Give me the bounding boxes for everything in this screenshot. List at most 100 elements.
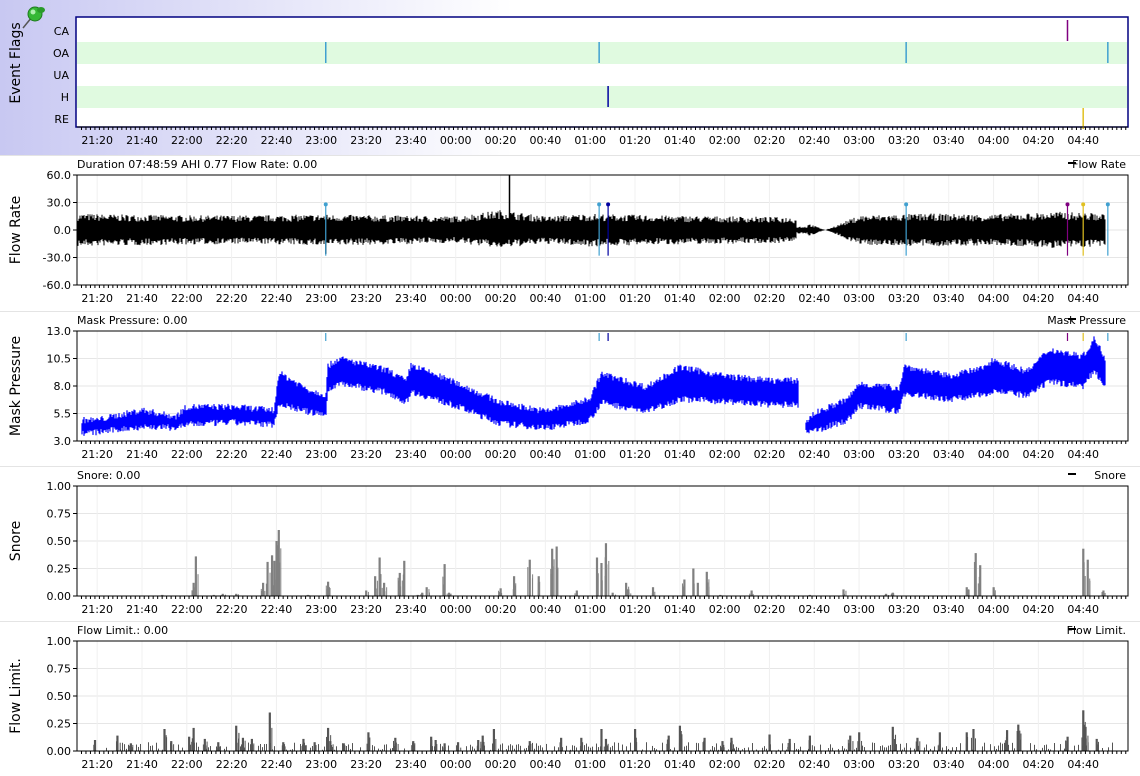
snore-bar	[528, 559, 531, 596]
flow-limit-bar	[252, 744, 254, 751]
flow-limit-bar	[994, 746, 995, 751]
x-tick-label: 22:00	[171, 134, 203, 147]
flow-limit-bar	[189, 744, 191, 751]
flow-limit-bar	[720, 747, 722, 751]
flow-limit-bar	[814, 746, 815, 751]
flow-limit-bar	[764, 746, 765, 751]
snore-bar	[262, 591, 264, 596]
x-tick-label: 03:00	[843, 134, 875, 147]
flow-limit-bar	[576, 747, 577, 751]
flow-limit-bar	[122, 742, 123, 751]
x-tick-label: 01:00	[574, 134, 606, 147]
flow-limit-bar	[1019, 739, 1021, 751]
flow-limit-bar	[217, 746, 219, 751]
flow-limit-bar	[946, 746, 947, 751]
flow-limit-bar	[862, 745, 863, 751]
x-tick-label: 23:00	[305, 603, 337, 616]
x-tick-label: 00:00	[440, 448, 472, 461]
snore-bar	[537, 589, 539, 596]
flow-limit-bar	[442, 747, 444, 751]
x-tick-label: 23:40	[395, 603, 427, 616]
snore-bar	[379, 566, 381, 596]
snore-bar	[325, 585, 327, 596]
snore-bar	[697, 586, 699, 596]
flag-row-label: UA	[53, 69, 69, 82]
snore-bar	[380, 574, 382, 596]
x-tick-label: 21:20	[81, 134, 113, 147]
y-tick-label: 5.5	[54, 408, 72, 421]
flow-limit-bar	[500, 744, 501, 751]
x-tick-label: 03:40	[933, 134, 965, 147]
x-tick-label: 03:20	[888, 292, 920, 305]
x-tick-label: 03:00	[843, 292, 875, 305]
flow-limit-bar	[882, 745, 883, 751]
flow-limit-bar	[686, 745, 687, 751]
flow-limit-bar	[238, 732, 240, 751]
flow-limit-bar	[561, 746, 563, 751]
snore-bar	[557, 567, 559, 596]
flow-limit-bar	[117, 743, 119, 751]
snore-bar	[277, 545, 279, 596]
x-tick-label: 04:40	[1067, 603, 1099, 616]
flow-limit-bar	[326, 742, 328, 751]
x-tick-label: 23:00	[305, 448, 337, 461]
x-tick-label: 03:20	[888, 603, 920, 616]
flow-limit-bar	[1074, 745, 1075, 751]
flow-limit-bar	[203, 738, 206, 751]
flow-limit-bar	[1054, 743, 1055, 751]
x-tick-label: 23:00	[305, 758, 337, 771]
x-tick-label: 03:40	[933, 758, 965, 771]
flow-limit-bar	[890, 744, 891, 751]
flow-limit-bar	[990, 744, 991, 751]
flow-limit-bar	[572, 745, 573, 751]
snore-bar	[365, 592, 367, 596]
y-tick-label: 1.00	[47, 480, 72, 493]
snore-bar	[329, 587, 331, 596]
x-tick-label: 22:00	[171, 603, 203, 616]
flow-limit-bar	[849, 746, 851, 751]
flow-limit-bar	[588, 746, 589, 751]
flow-limit-bar	[730, 744, 732, 751]
y-tick-label: 0.00	[47, 745, 72, 758]
flow-limit-bar	[861, 740, 863, 751]
snore-bar	[552, 566, 554, 596]
flow-limit-bar	[598, 747, 599, 751]
x-tick-label: 04:00	[978, 134, 1010, 147]
x-tick-label: 22:00	[171, 292, 203, 305]
x-tick-label: 01:20	[619, 603, 651, 616]
panel-svg: Duration 07:48:59 AHI 0.77 Flow Rate: 0.…	[0, 155, 1140, 305]
flow-limit-bar	[202, 744, 204, 751]
flag-row-label: H	[61, 91, 69, 104]
flow-limit-bar	[1000, 742, 1001, 751]
flow-limit-bar	[904, 747, 905, 751]
pushpin-icon[interactable]	[18, 2, 48, 36]
flow-limit-bar	[1044, 745, 1045, 751]
snore-bar	[979, 582, 981, 596]
flow-limit-bar	[481, 744, 483, 751]
x-tick-label: 02:20	[754, 292, 786, 305]
x-tick-label: 00:20	[485, 292, 517, 305]
flow-limit-bar	[360, 747, 361, 751]
flow-limit-bar	[150, 745, 151, 751]
y-tick-label: 3.0	[54, 435, 72, 448]
flow-limit-bar	[171, 745, 173, 751]
flow-limit-bar	[413, 745, 415, 751]
x-tick-label: 02:00	[709, 134, 741, 147]
flow-limit-bar	[636, 742, 638, 751]
flow-limit-bar	[610, 747, 611, 751]
y-tick-label: 1.00	[47, 635, 72, 648]
x-tick-label: 21:20	[81, 758, 113, 771]
snore-bar	[596, 577, 598, 596]
snore-bar	[597, 573, 599, 596]
legend-label: Mask Pressure	[1047, 314, 1126, 327]
flow-limit-bar	[300, 743, 301, 751]
flow-limit-bar	[240, 744, 242, 751]
y-axis-title: Snore	[8, 521, 24, 561]
panel-svg: CAOAUAHREEvent Flags21:20 21:40 22:00 22:20…	[0, 0, 1140, 155]
x-tick-label: 01:40	[664, 292, 696, 305]
flow-limit-bar	[937, 745, 939, 751]
x-tick-label: 04:20	[1023, 134, 1055, 147]
snore-bar	[367, 591, 369, 596]
x-tick-label: 00:40	[530, 758, 562, 771]
x-tick-label: 01:20	[619, 758, 651, 771]
